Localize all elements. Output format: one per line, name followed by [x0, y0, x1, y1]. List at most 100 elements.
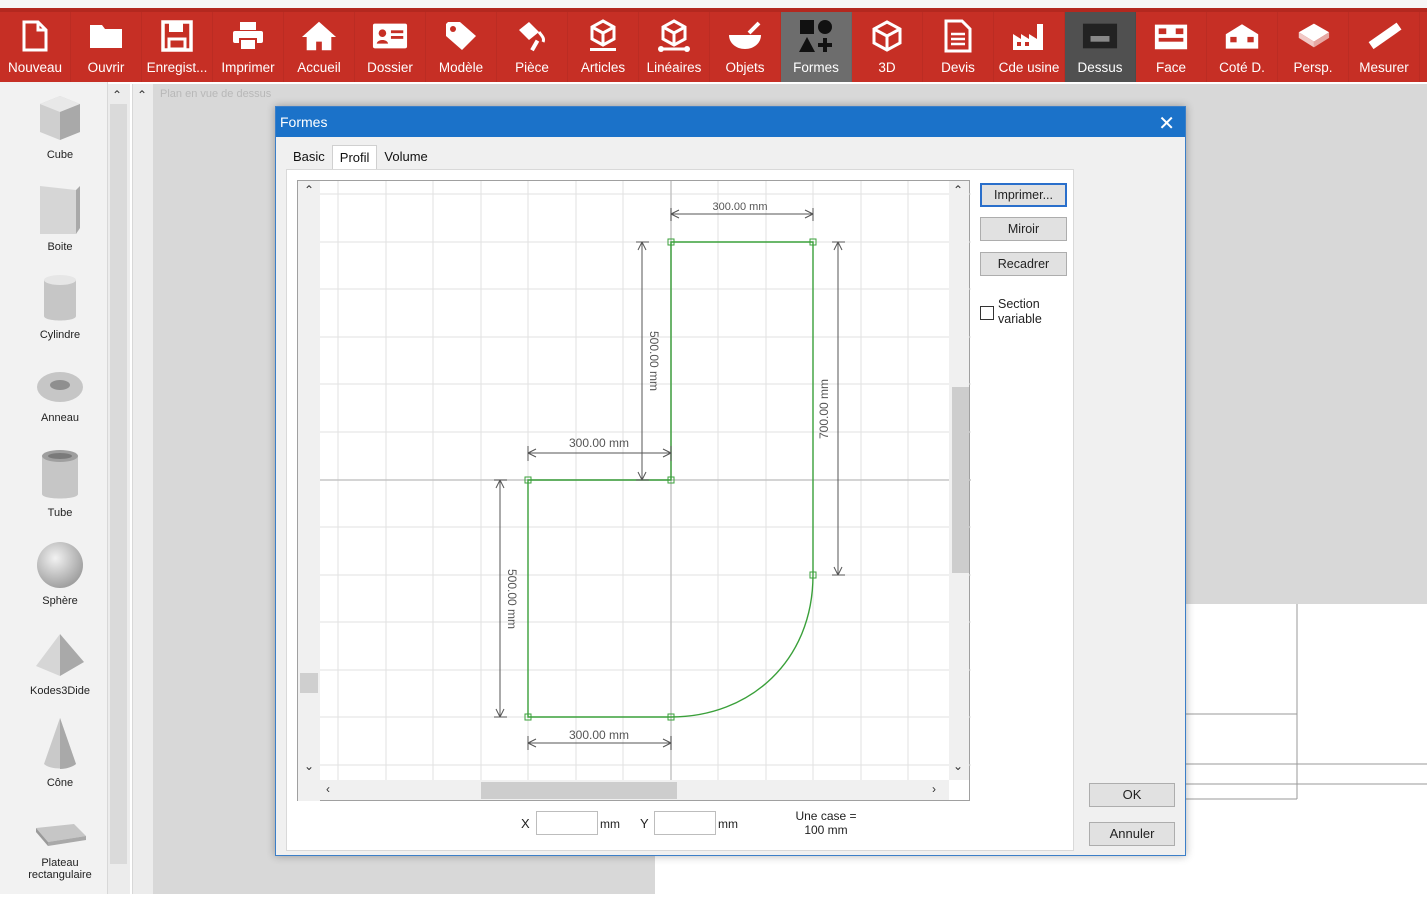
toolbar-modele-button[interactable]: Modèle	[426, 12, 497, 82]
shapes-icon	[798, 18, 834, 54]
toolbar-dessus-button[interactable]: Dessus	[1065, 12, 1136, 82]
palette-item-label: Plateau rectangulaire	[28, 857, 92, 881]
profile-canvas[interactable]: ⌃ ⌄ 300.00 mm 500.00 mm 700.00 mm 300.00…	[297, 180, 971, 801]
palette-item-sphere[interactable]: Sphère	[0, 540, 120, 607]
reframe-button[interactable]: Recadrer	[980, 252, 1067, 276]
toolbar-imprimer-button[interactable]: Imprimer	[213, 12, 284, 82]
y-coordinate-input[interactable]	[654, 811, 716, 835]
toolbar-enregistrer-button[interactable]: Enregist...	[142, 12, 213, 82]
printer-icon	[230, 18, 266, 54]
workspace-scrollbar[interactable]: ⌃	[133, 84, 153, 894]
toolbar-label: Formes	[793, 60, 839, 75]
palette-item-cube[interactable]: Cube	[0, 92, 120, 161]
cube-link-icon	[656, 18, 692, 54]
toolbar-label: Persp.	[1293, 60, 1333, 75]
toolbar-mesurer-button[interactable]: Mesurer	[1349, 12, 1420, 82]
toolbar-label: Mesurer	[1359, 60, 1409, 75]
toolbar-nouveau-button[interactable]: Nouveau	[0, 12, 71, 82]
pyramid-icon	[36, 634, 84, 676]
toolbar-face-button[interactable]: Face	[1136, 12, 1207, 82]
tag-icon	[443, 18, 479, 54]
toolbar-label: Accueil	[297, 60, 341, 75]
palette-scroll-thumb[interactable]	[110, 104, 127, 864]
side-view-icon	[1224, 18, 1260, 54]
dimension-lower-left: 500.00 mm	[505, 569, 519, 629]
toolbar-cote-d-button[interactable]: Coté D.	[1207, 12, 1278, 82]
chevron-down-icon[interactable]: ⌄	[953, 759, 963, 773]
tabletop-icon	[36, 824, 86, 846]
dimension-upper-left: 500.00 mm	[647, 331, 661, 391]
dialog-tabs: Basic Profil Volume	[286, 145, 435, 170]
palette-scrollbar[interactable]: ⌃	[108, 84, 130, 894]
cube-3d-icon	[869, 18, 905, 54]
dimension-bottom: 300.00 mm	[569, 728, 629, 742]
toolbar-cde-usine-button[interactable]: Cde usine	[994, 12, 1065, 82]
toolbar-persp-button[interactable]: Persp.	[1278, 12, 1349, 82]
palette-item-label: Sphère	[42, 595, 78, 607]
canvas-vertical-scrollbar[interactable]: ⌃ ⌄	[949, 181, 969, 780]
palette-item-label: Cône	[46, 777, 74, 789]
sphere-icon	[37, 542, 83, 588]
palette-item-cylindre[interactable]: Cylindre	[0, 272, 120, 341]
toolbar-devis-button[interactable]: Devis	[923, 12, 994, 82]
section-variable-checkbox[interactable]	[980, 306, 994, 320]
ruler-icon	[1366, 18, 1402, 54]
canvas-horizontal-scrollbar[interactable]: ‹ ›	[320, 780, 949, 800]
palette-item-plateau-rectangulaire[interactable]: Plateau rectangulaire	[0, 814, 120, 881]
toolbar-label: Dossier	[367, 60, 413, 75]
close-icon[interactable]: ✕	[1158, 111, 1175, 136]
toolbar-3d-button[interactable]: 3D	[852, 12, 923, 82]
toolbar-dossier-button[interactable]: Dossier	[355, 12, 426, 82]
chevron-up-icon[interactable]: ⌃	[112, 88, 122, 102]
toolbar-label: Imprimer	[221, 60, 275, 75]
x-coordinate-input[interactable]	[536, 811, 598, 835]
toolbar-label: Devis	[941, 60, 975, 75]
toolbar-label: Articles	[580, 60, 626, 75]
toolbar-objets-button[interactable]: Objets	[710, 12, 781, 82]
chevron-left-icon[interactable]: ‹	[326, 782, 330, 796]
toolbar-formes-button[interactable]: Formes	[781, 12, 852, 82]
chevron-up-icon[interactable]: ⌃	[953, 183, 963, 197]
palette-item-boite[interactable]: Boite	[0, 180, 120, 253]
ok-button[interactable]: OK	[1089, 783, 1175, 807]
dialog-titlebar: Formes ✕	[276, 107, 1185, 137]
x-label: X	[521, 816, 530, 831]
toolbar-label: 3D	[878, 60, 896, 75]
toolbar-accueil-button[interactable]: Accueil	[284, 12, 355, 82]
chevron-up-icon[interactable]: ⌃	[137, 88, 147, 102]
perspective-icon	[1295, 18, 1331, 54]
folder-icon	[88, 18, 124, 54]
y-label: Y	[640, 816, 649, 831]
palette-item-kodes3dide[interactable]: Kodes3Dide	[0, 630, 120, 697]
palette-item-tube[interactable]: Tube	[0, 448, 120, 519]
x-unit-label: mm	[600, 817, 620, 831]
palette-item-label: Kodes3Dide	[30, 685, 90, 697]
toolbar-label: Dessus	[1077, 60, 1123, 75]
grid-scale-info: Une case = 100 mm	[795, 809, 857, 837]
cancel-button[interactable]: Annuler	[1089, 822, 1175, 846]
front-view-icon	[1153, 18, 1189, 54]
toolbar-lineaires-button[interactable]: Linéaires	[639, 12, 710, 82]
paint-icon	[514, 18, 550, 54]
chevron-up-icon[interactable]: ⌃	[304, 183, 314, 197]
tab-profil[interactable]: Profil	[331, 145, 378, 170]
chevron-down-icon[interactable]: ⌄	[304, 759, 314, 773]
canvas-vscroll-thumb[interactable]	[952, 387, 969, 573]
box-icon	[40, 186, 80, 234]
mirror-button[interactable]: Miroir	[980, 217, 1067, 241]
toolbar-label: Face	[1155, 60, 1186, 75]
id-card-icon	[372, 18, 408, 54]
toolbar-piece-button[interactable]: Pièce	[497, 12, 568, 82]
tab-basic[interactable]: Basic	[286, 145, 332, 169]
tab-volume[interactable]: Volume	[377, 145, 434, 169]
chevron-right-icon[interactable]: ›	[932, 782, 936, 796]
canvas-left-thumb[interactable]	[300, 673, 318, 693]
canvas-hscroll-thumb[interactable]	[481, 782, 677, 799]
toolbar-label: Objets	[725, 60, 765, 75]
home-icon	[301, 18, 337, 54]
palette-item-cone[interactable]: Cône	[0, 716, 120, 789]
toolbar-articles-button[interactable]: Articles	[568, 12, 639, 82]
print-button[interactable]: Imprimer...	[980, 183, 1067, 207]
palette-item-anneau[interactable]: Anneau	[0, 367, 120, 424]
toolbar-ouvrir-button[interactable]: Ouvrir	[71, 12, 142, 82]
